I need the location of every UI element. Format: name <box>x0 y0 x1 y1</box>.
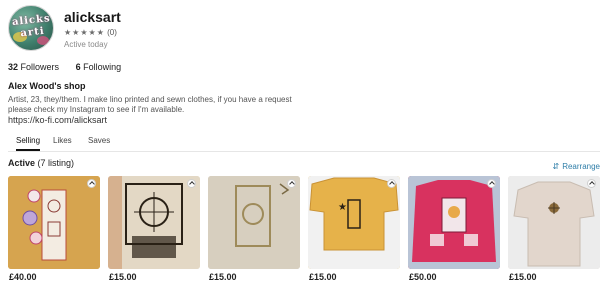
username: alicksart <box>64 9 121 25</box>
listing-price: £15.00 <box>209 272 237 282</box>
activity-status: Active today <box>64 40 108 49</box>
follow-stats: 32 Followers 6 Following <box>8 62 135 72</box>
bump-icon[interactable] <box>287 179 296 188</box>
review-count: (0) <box>107 28 117 37</box>
rearrange-icon: ⇵ <box>552 162 560 171</box>
listings-status: Active <box>8 158 36 168</box>
tab-likes[interactable]: Likes <box>53 136 72 151</box>
listings-count: (7 listing) <box>37 158 75 168</box>
listing-image[interactable] <box>508 176 600 269</box>
following-count: 6 <box>75 62 81 72</box>
rearrange-button[interactable]: ⇵ Rearrange <box>552 162 600 171</box>
listing-card[interactable]: £40.00 <box>8 176 100 282</box>
followers-count: 32 <box>8 62 19 72</box>
tab-selling[interactable]: Selling <box>16 136 41 151</box>
bump-icon[interactable] <box>487 179 496 188</box>
star-rating-icon: ★★★★★ <box>64 28 105 37</box>
rearrange-label: Rearrange <box>562 162 600 171</box>
shirt-print-image: ★ <box>308 176 400 269</box>
listing-image[interactable] <box>8 176 100 269</box>
listing-price: £15.00 <box>309 272 337 282</box>
listing-card[interactable]: £15.00 <box>108 176 200 282</box>
listing-card[interactable]: £15.00 <box>508 176 600 282</box>
avatar[interactable]: alicks arti <box>8 5 54 51</box>
listings-header: Active (7 listing) <box>8 158 74 168</box>
bump-icon[interactable] <box>387 179 396 188</box>
listing-grid: £40.00 £15.00 £15.00 ★ £15.00 £50.00 £15… <box>8 176 602 282</box>
avatar-logo-text: alicks arti <box>11 13 52 40</box>
svg-text:★: ★ <box>338 202 347 213</box>
listing-card[interactable]: £50.00 <box>408 176 500 282</box>
followers-link[interactable]: 32 Followers <box>8 62 59 72</box>
listing-price: £15.00 <box>109 272 137 282</box>
following-link[interactable]: 6 Following <box>76 62 122 72</box>
profile-tabs: Selling Likes Saves <box>8 136 600 152</box>
listing-card[interactable]: £15.00 <box>208 176 300 282</box>
tab-saves[interactable]: Saves <box>88 136 110 151</box>
listing-price: £50.00 <box>409 272 437 282</box>
shirt-print-image <box>208 176 300 269</box>
listing-image[interactable] <box>208 176 300 269</box>
shirt-print-image <box>8 176 100 269</box>
rating[interactable]: ★★★★★ (0) <box>64 28 117 37</box>
shirt-print-image <box>108 176 200 269</box>
listing-image[interactable] <box>108 176 200 269</box>
shirt-print-image <box>508 176 600 269</box>
listing-card[interactable]: ★ £15.00 <box>308 176 400 282</box>
shop-external-link[interactable]: https://ko-fi.com/alicksart <box>8 115 107 125</box>
shirt-print-image <box>408 176 500 269</box>
listing-price: £15.00 <box>509 272 537 282</box>
listing-image[interactable]: ★ <box>308 176 400 269</box>
shop-bio: Artist, 23, they/them. I make lino print… <box>8 95 292 114</box>
listing-price: £40.00 <box>9 272 37 282</box>
bump-icon[interactable] <box>587 179 596 188</box>
shop-title: Alex Wood's shop <box>8 81 86 91</box>
bump-icon[interactable] <box>87 179 96 188</box>
following-label: Following <box>83 62 122 72</box>
bump-icon[interactable] <box>187 179 196 188</box>
profile-header: alicks arti alicksart ★★★★★ (0) Active t… <box>8 5 598 51</box>
listing-image[interactable] <box>408 176 500 269</box>
followers-label: Followers <box>20 62 60 72</box>
